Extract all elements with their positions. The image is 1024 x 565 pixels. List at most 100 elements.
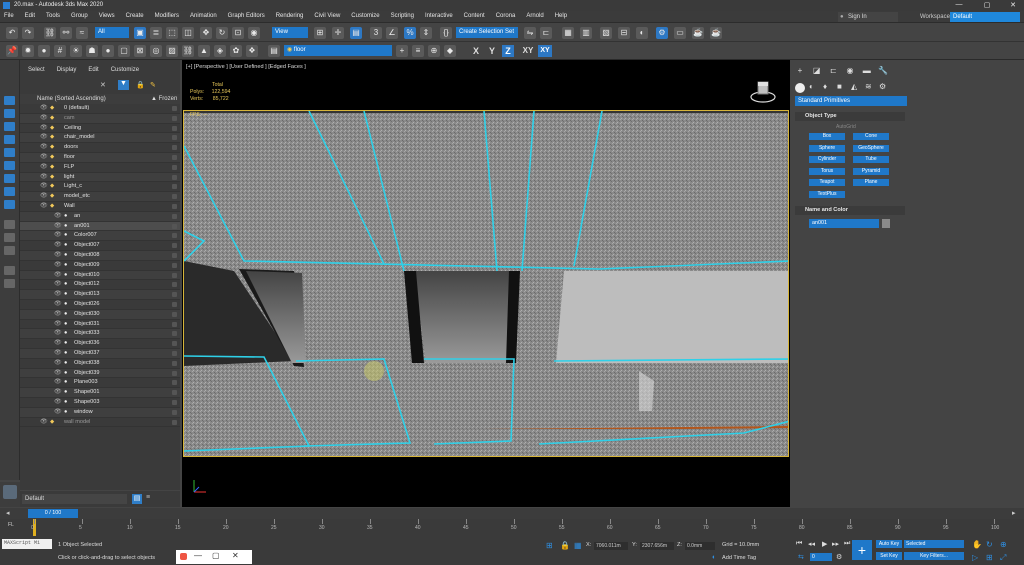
- teapot-icon[interactable]: ☗: [86, 45, 98, 57]
- display-invert-icon[interactable]: [4, 246, 15, 255]
- pin-icon[interactable]: 📌: [6, 45, 18, 57]
- set-key-button[interactable]: Set Key: [876, 552, 902, 560]
- tree-row[interactable]: 👁 ● Object026: [20, 300, 180, 310]
- lock-cell-edit-icon[interactable]: [4, 279, 15, 288]
- selection-filter-dropdown[interactable]: All: [95, 27, 129, 38]
- visibility-eye-icon[interactable]: 👁: [54, 360, 62, 366]
- visibility-eye-icon[interactable]: 👁: [40, 164, 48, 170]
- modify-tab-icon[interactable]: ◪: [812, 66, 822, 76]
- snaps-toggle-icon[interactable]: 3: [370, 27, 382, 39]
- object-name-field[interactable]: an001: [809, 219, 879, 228]
- prev-key-icon[interactable]: ◂◂: [808, 540, 815, 548]
- time-slider[interactable]: 0 / 100: [28, 509, 78, 518]
- close-button[interactable]: ✕: [1006, 1, 1020, 10]
- freeze-toggle-icon[interactable]: [172, 154, 177, 160]
- spacewarps-icon[interactable]: ≋: [865, 82, 872, 91]
- visibility-eye-icon[interactable]: 👁: [54, 272, 62, 278]
- create-tab-icon[interactable]: +: [795, 66, 805, 76]
- add-to-layer-icon[interactable]: ≡: [412, 45, 424, 57]
- maximize-button[interactable]: ▢: [980, 1, 994, 10]
- tree-row[interactable]: 👁 ● Object031: [20, 320, 180, 330]
- grid-icon[interactable]: #: [54, 45, 66, 57]
- popup-close-icon[interactable]: ✕: [232, 551, 239, 560]
- menu-customize[interactable]: Customize: [351, 13, 379, 19]
- freeze-toggle-icon[interactable]: [172, 409, 177, 415]
- tree-row[interactable]: 👁 ◆ model_etc: [20, 192, 180, 202]
- reference-coord-dropdown[interactable]: View: [272, 27, 308, 38]
- tree-row[interactable]: 👁 ● Color007: [20, 231, 180, 242]
- tree-row[interactable]: 👁 ● an001: [20, 221, 180, 232]
- menu-tools[interactable]: Tools: [46, 13, 60, 19]
- maxscript-listener[interactable]: MAXScript Mi: [2, 539, 52, 549]
- lights-icon[interactable]: ♦: [823, 82, 827, 91]
- layer-explorer-toggle-icon[interactable]: [3, 485, 17, 499]
- tree-row[interactable]: 👁 ● Object012: [20, 280, 180, 291]
- curve-editor-icon[interactable]: ▧: [600, 27, 612, 39]
- menu-modifiers[interactable]: Modifiers: [155, 13, 179, 19]
- menu-help[interactable]: Help: [555, 13, 567, 19]
- menu-content[interactable]: Content: [464, 13, 485, 19]
- redo-icon[interactable]: ↷: [22, 27, 34, 39]
- close-search-icon[interactable]: ✕: [100, 81, 110, 90]
- freeze-toggle-icon[interactable]: [172, 145, 177, 151]
- create-layer-icon[interactable]: +: [396, 45, 408, 57]
- pivot-center-icon[interactable]: ⊞: [314, 27, 326, 39]
- tree-row[interactable]: 👁 ◆ FLP: [20, 163, 180, 173]
- x-coord-field[interactable]: 7060.011m: [594, 542, 628, 550]
- popup-minimize-icon[interactable]: —: [194, 551, 202, 560]
- menu-graph-editors[interactable]: Graph Editors: [228, 13, 265, 19]
- sync-selection-icon[interactable]: [4, 266, 15, 275]
- explorer-menu-select[interactable]: Select: [28, 67, 45, 73]
- tree-row[interactable]: 👁 ● Object007: [20, 241, 180, 251]
- freeze-toggle-icon[interactable]: [172, 252, 177, 258]
- display-all-icon[interactable]: [4, 220, 15, 229]
- tree-row[interactable]: 👁 ◆ light: [20, 172, 180, 183]
- explorer-menu-display[interactable]: Display: [57, 67, 77, 73]
- freeze-toggle-icon[interactable]: [172, 390, 177, 396]
- edit-named-selection-icon[interactable]: {}: [440, 27, 452, 39]
- freeze-toggle-icon[interactable]: [172, 399, 177, 405]
- freeze-toggle-icon[interactable]: [172, 203, 177, 209]
- render-setup-icon[interactable]: ⚙: [656, 27, 668, 39]
- menu-create[interactable]: Create: [126, 13, 144, 19]
- visibility-eye-icon[interactable]: 👁: [54, 242, 62, 248]
- field-of-view-icon[interactable]: ▷: [972, 553, 978, 562]
- tree-row[interactable]: 👁 ● Object013: [20, 290, 180, 300]
- display-xrefs-icon[interactable]: [4, 187, 15, 196]
- tree-row[interactable]: 👁 ◆ Wall: [20, 202, 180, 212]
- time-tag-icon[interactable]: ◐: [712, 554, 716, 561]
- tree-row[interactable]: 👁 ● Object038: [20, 359, 180, 369]
- primitive-geosphere-button[interactable]: GeoSphere: [853, 144, 889, 152]
- axis-xy-button[interactable]: XY: [520, 45, 536, 57]
- menu-arnold[interactable]: Arnold: [526, 13, 543, 19]
- named-selection-dropdown[interactable]: Create Selection Set: [456, 27, 518, 38]
- tree-row[interactable]: 👁 ◆ 0 (default): [20, 104, 180, 114]
- menu-group[interactable]: Group: [71, 13, 88, 19]
- primitive-torus-button[interactable]: Torus: [809, 167, 845, 175]
- unlink-icon[interactable]: ⚯: [60, 27, 72, 39]
- auto-key-button[interactable]: Auto Key: [876, 540, 902, 548]
- pan-icon[interactable]: ✋: [972, 540, 982, 549]
- freeze-toggle-icon[interactable]: [172, 341, 177, 347]
- select-rotate-icon[interactable]: ↻: [216, 27, 228, 39]
- visibility-eye-icon[interactable]: 👁: [40, 174, 48, 180]
- display-spacewarps-icon[interactable]: [4, 161, 15, 170]
- tree-row[interactable]: 👁 ● an: [20, 211, 180, 222]
- menu-animation[interactable]: Animation: [190, 13, 217, 19]
- isolate-selection-icon[interactable]: ⊞: [546, 541, 553, 550]
- systems-icon[interactable]: ⚙: [879, 82, 886, 91]
- mountain-icon[interactable]: ▲: [198, 45, 210, 57]
- freeze-toggle-icon[interactable]: [172, 164, 177, 170]
- explorer-menu-edit[interactable]: Edit: [88, 67, 98, 73]
- key-filters-button[interactable]: Key Filters...: [904, 552, 964, 560]
- rendered-frame-window-icon[interactable]: ▭: [674, 27, 686, 39]
- time-config-icon[interactable]: ⚙: [836, 553, 842, 561]
- visibility-eye-icon[interactable]: 👁: [54, 409, 62, 415]
- minimize-button[interactable]: —: [952, 1, 966, 10]
- primitive-plane-button[interactable]: Plane: [853, 179, 889, 186]
- percent-snap-icon[interactable]: %: [404, 27, 416, 39]
- zoom-extents-icon[interactable]: ⊞: [986, 553, 993, 562]
- render-iterative-icon[interactable]: ☕: [710, 27, 722, 39]
- popup-maximize-icon[interactable]: ▢: [212, 551, 220, 560]
- display-shapes-icon[interactable]: [4, 109, 15, 118]
